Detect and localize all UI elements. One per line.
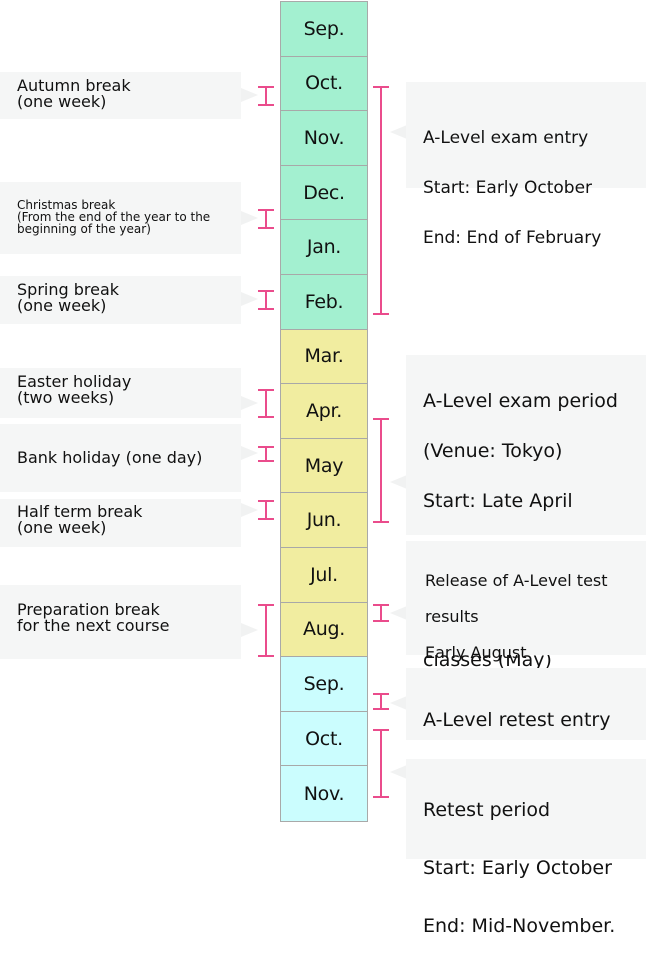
- callout-text: A-Level exam entry Start: Early October …: [423, 128, 602, 248]
- month-label: Aug.: [303, 618, 345, 641]
- callout-text: Preparation break for the next course: [17, 600, 170, 635]
- month-label: Sep.: [303, 17, 345, 40]
- month-label: Jan.: [306, 236, 342, 259]
- callout-text: Half term break (one week): [17, 502, 143, 537]
- month-label: Sep.: [303, 672, 345, 695]
- month-label: Oct.: [305, 727, 343, 750]
- month-label: Apr.: [306, 399, 342, 422]
- callout-pointer: [390, 696, 407, 710]
- month-label: Oct.: [305, 72, 343, 95]
- callout-pointer: [390, 125, 407, 139]
- callout-retest-entry: A-Level retest entry Late September: [406, 668, 646, 789]
- month-cell: Sep.: [281, 657, 367, 712]
- month-label: Mar.: [304, 345, 344, 368]
- callout-pointer: [241, 503, 258, 517]
- callout-text: Bank holiday (one day): [17, 448, 203, 467]
- callout-results-release: Release of A-Level test results Early Au…: [406, 541, 646, 742]
- month-cell: Jun.: [281, 493, 367, 548]
- month-label: Dec.: [303, 181, 345, 204]
- month-label: Jul.: [310, 563, 338, 586]
- month-cell: Mar.: [281, 329, 367, 385]
- month-cell: Aug.: [281, 602, 367, 658]
- month-cell: Dec.: [281, 165, 367, 221]
- callout-exam-entry: A-Level exam entry Start: Early October …: [406, 82, 646, 248]
- callout-pointer: [241, 446, 258, 460]
- callout-spring-break: Spring break (one week): [0, 276, 241, 324]
- bracket-retest-period: [373, 729, 389, 798]
- callout-pointer: [390, 475, 407, 489]
- month-cell: Oct.: [281, 56, 367, 112]
- callout-text: Spring break (one week): [17, 280, 120, 315]
- bracket-christmas-break: [258, 209, 274, 229]
- bracket-spring-break: [258, 290, 274, 310]
- bracket-easter-holiday: [258, 389, 274, 418]
- callout-text: Easter holiday (two weeks): [17, 372, 132, 407]
- callout-half-term-break: Half term break (one week): [0, 499, 241, 547]
- bracket-preparation-break: [258, 604, 274, 657]
- callout-christmas-break: Christmas break (From the end of the yea…: [0, 182, 241, 254]
- month-cell: Nov.: [281, 766, 367, 821]
- month-cell: Sep.: [281, 2, 367, 57]
- bracket-exam-entry: [373, 86, 389, 315]
- callout-pointer: [390, 765, 407, 779]
- callout-pointer: [241, 88, 258, 102]
- callout-text: Retest period Start: Early October End: …: [423, 799, 616, 937]
- month-label: Nov.: [303, 126, 345, 149]
- callout-exam-period: A-Level exam period (Venue: Tokyo) Start…: [406, 355, 646, 671]
- callout-text: Christmas break (From the end of the yea…: [17, 198, 211, 236]
- callout-preparation-break: Preparation break for the next course: [0, 585, 241, 659]
- bracket-retest-entry: [373, 693, 389, 710]
- callout-pointer: [241, 623, 258, 637]
- month-timeline: Sep. Oct. Nov. Dec. Jan. Feb. Mar. Apr. …: [280, 1, 368, 822]
- month-cell: Jan.: [281, 220, 367, 275]
- callout-pointer: [241, 396, 258, 410]
- month-label: Nov.: [303, 782, 345, 805]
- month-cell: May: [281, 438, 367, 494]
- month-cell: Nov.: [281, 111, 367, 166]
- callout-bank-holiday: Bank holiday (one day): [0, 424, 241, 492]
- callout-easter-holiday: Easter holiday (two weeks): [0, 368, 241, 418]
- callout-text: Autumn break (one week): [17, 76, 131, 111]
- month-cell: Jul.: [281, 547, 367, 603]
- month-cell: Feb.: [281, 274, 367, 330]
- callout-pointer: [390, 606, 407, 620]
- bracket-results-release: [373, 604, 389, 622]
- month-label: Feb.: [304, 290, 344, 313]
- month-label: Jun.: [306, 509, 342, 532]
- bracket-bank-holiday: [258, 446, 274, 462]
- month-label: May: [304, 454, 344, 477]
- bracket-autumn-break: [258, 86, 274, 106]
- callout-pointer: [241, 211, 258, 225]
- bracket-exam-period: [373, 418, 389, 523]
- callout-pointer: [241, 292, 258, 306]
- month-cell: Apr.: [281, 384, 367, 439]
- month-cell: Oct.: [281, 711, 367, 767]
- callout-autumn-break: Autumn break (one week): [0, 72, 241, 119]
- bracket-half-term-break: [258, 500, 274, 520]
- callout-retest-period: Retest period Start: Early October End: …: [406, 759, 646, 937]
